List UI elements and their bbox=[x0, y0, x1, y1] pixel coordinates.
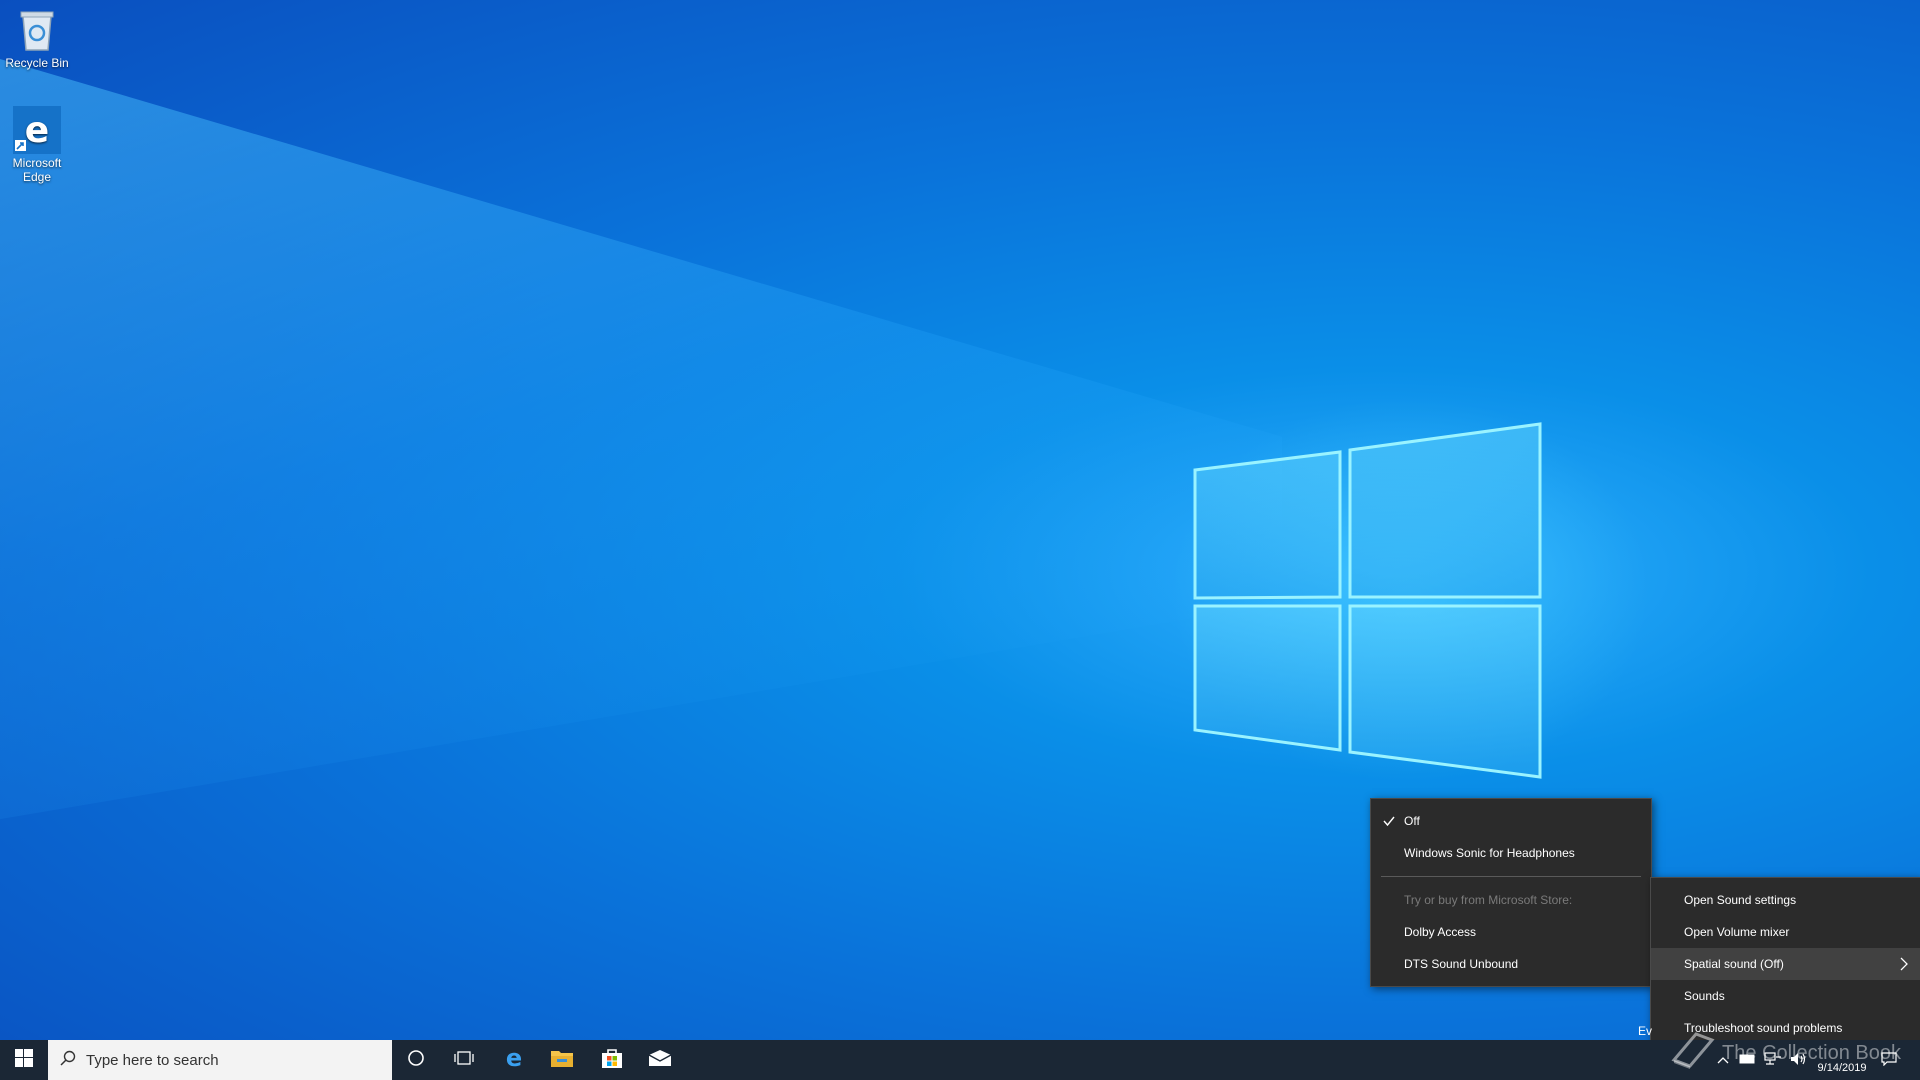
menu-item-label: Try or buy from Microsoft Store: bbox=[1404, 893, 1573, 907]
file-explorer-button[interactable] bbox=[538, 1040, 586, 1080]
recycle-bin-icon bbox=[13, 6, 61, 54]
menu-item-label: Open Volume mixer bbox=[1684, 925, 1790, 939]
desktop-icon-label: Microsoft Edge bbox=[12, 156, 62, 184]
volume-context-menu: Open Sound settings Open Volume mixer Sp… bbox=[1650, 877, 1920, 1053]
cortana-icon bbox=[407, 1049, 425, 1072]
mail-button[interactable] bbox=[636, 1040, 684, 1080]
menu-item-label: Off bbox=[1404, 814, 1420, 828]
book-icon bbox=[1670, 1030, 1716, 1076]
spatial-sound-submenu: Off Windows Sonic for Headphones Try or … bbox=[1370, 798, 1652, 987]
windows-start-icon bbox=[15, 1048, 33, 1072]
menu-item-dts-sound-unbound[interactable]: DTS Sound Unbound bbox=[1371, 948, 1651, 980]
desktop-icon-microsoft-edge[interactable]: e Microsoft Edge bbox=[0, 106, 74, 184]
menu-item-label: Open Sound settings bbox=[1684, 893, 1797, 907]
search-placeholder: Type here to search bbox=[86, 1051, 219, 1069]
svg-text:e: e bbox=[25, 110, 49, 151]
cortana-button[interactable] bbox=[392, 1040, 440, 1080]
edge-icon: e bbox=[502, 1044, 526, 1075]
menu-item-open-sound-settings[interactable]: Open Sound settings bbox=[1651, 884, 1920, 916]
menu-item-spatial-sound[interactable]: Spatial sound (Off) bbox=[1651, 948, 1920, 980]
menu-item-store-heading: Try or buy from Microsoft Store: bbox=[1371, 884, 1651, 916]
desktop-icon-label: Recycle Bin bbox=[5, 56, 69, 70]
file-explorer-icon bbox=[550, 1048, 574, 1073]
menu-item-label: Dolby Access bbox=[1404, 925, 1477, 939]
menu-item-off[interactable]: Off bbox=[1371, 805, 1651, 837]
menu-item-label: Spatial sound (Off) bbox=[1684, 957, 1784, 971]
start-button[interactable] bbox=[0, 1040, 48, 1080]
chevron-right-icon bbox=[1899, 957, 1909, 974]
menu-item-dolby-access[interactable]: Dolby Access bbox=[1371, 916, 1651, 948]
menu-item-windows-sonic[interactable]: Windows Sonic for Headphones bbox=[1371, 837, 1651, 869]
taskbar-edge-button[interactable]: e bbox=[490, 1040, 538, 1080]
menu-separator bbox=[1381, 876, 1641, 877]
search-icon bbox=[60, 1050, 76, 1071]
store-icon bbox=[601, 1047, 623, 1074]
task-view-button[interactable] bbox=[440, 1040, 488, 1080]
menu-item-label: Windows Sonic for Headphones bbox=[1404, 846, 1575, 860]
store-button[interactable] bbox=[588, 1040, 636, 1080]
partial-notification-text: Ev bbox=[1638, 1024, 1653, 1038]
menu-item-label: DTS Sound Unbound bbox=[1404, 957, 1519, 971]
watermark: The Collection Book bbox=[1670, 1030, 1901, 1076]
menu-item-open-volume-mixer[interactable]: Open Volume mixer bbox=[1651, 916, 1920, 948]
watermark-text: The Collection Book bbox=[1722, 1041, 1901, 1064]
task-view-icon bbox=[454, 1049, 474, 1072]
desktop-icon-recycle-bin[interactable]: Recycle Bin bbox=[0, 6, 74, 70]
menu-item-sounds[interactable]: Sounds bbox=[1651, 980, 1920, 1012]
edge-icon: e bbox=[13, 106, 61, 154]
svg-text:e: e bbox=[506, 1046, 522, 1070]
menu-item-label: Sounds bbox=[1684, 989, 1725, 1003]
taskbar: Type here to search e 9/14/2019 bbox=[0, 1040, 1920, 1080]
search-box[interactable]: Type here to search bbox=[48, 1040, 392, 1080]
mail-icon bbox=[648, 1049, 672, 1072]
checkmark-icon bbox=[1383, 815, 1395, 830]
